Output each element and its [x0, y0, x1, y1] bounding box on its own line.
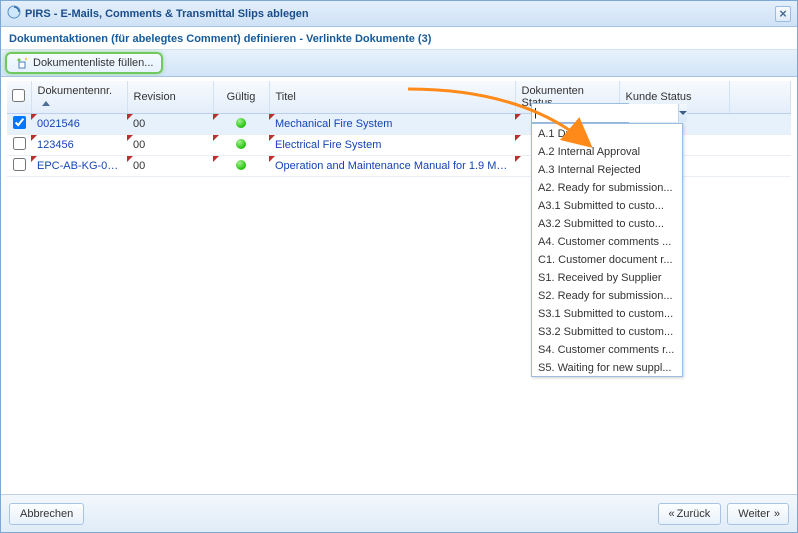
next-button[interactable]: Weiter »	[727, 503, 789, 525]
titlebar: PIRS - E-Mails, Comments & Transmittal S…	[1, 1, 797, 27]
docnr-cell[interactable]: 0021546	[31, 114, 127, 135]
next-label: Weiter	[738, 508, 770, 520]
content-area: Dokumentennr. Revision Gültig Titel Doku…	[1, 77, 797, 494]
dropdown-item[interactable]: S4. Customer comments r...	[532, 340, 682, 358]
header-checkbox-cell	[7, 81, 31, 114]
dropdown-item[interactable]: A4. Customer comments ...	[532, 232, 682, 250]
header-gueltig[interactable]: Gültig	[213, 81, 269, 114]
header-revision[interactable]: Revision	[127, 81, 213, 114]
dropdown-item[interactable]: A3.1 Submitted to custo...	[532, 196, 682, 214]
docnr-cell[interactable]: 123456	[31, 135, 127, 156]
toolbar: Dokumentenliste füllen...	[1, 49, 797, 77]
header-docnr[interactable]: Dokumentennr.	[31, 81, 127, 114]
select-all-checkbox[interactable]	[12, 89, 25, 102]
revision-cell: 00	[127, 135, 213, 156]
dropdown-item[interactable]: S1. Received by Supplier	[532, 268, 682, 286]
wizard-icon	[15, 56, 29, 70]
dropdown-item[interactable]: A3.2 Submitted to custo...	[532, 214, 682, 232]
header-kundestatus-label: Kunde Status	[626, 91, 692, 103]
fill-document-list-button[interactable]: Dokumentenliste füllen...	[5, 52, 163, 74]
row-checkbox[interactable]	[13, 158, 26, 171]
titel-cell[interactable]: Electrical Fire System	[269, 135, 515, 156]
spacer-cell	[729, 114, 791, 135]
row-checkbox[interactable]	[13, 116, 26, 129]
valid-dot-icon	[236, 118, 246, 128]
dropdown-item[interactable]: A2. Ready for submission...	[532, 178, 682, 196]
spacer-cell	[729, 156, 791, 177]
docnr-cell[interactable]: EPC-AB-KG-0006	[31, 156, 127, 177]
chevron-right-icon: »	[774, 508, 778, 520]
dropdown-item[interactable]: A.1 Draft	[532, 124, 682, 142]
dropdown-item[interactable]: S5. Waiting for new suppl...	[532, 358, 682, 376]
header-titel-label: Titel	[276, 91, 296, 103]
close-button[interactable]: ×	[775, 6, 791, 22]
window-title: PIRS - E-Mails, Comments & Transmittal S…	[25, 8, 309, 20]
back-button[interactable]: « Zurück	[658, 503, 722, 525]
spacer-cell	[729, 135, 791, 156]
app-icon	[7, 5, 21, 22]
cancel-label: Abbrechen	[20, 508, 73, 520]
valid-dot-icon	[236, 139, 246, 149]
header-docnr-label: Dokumentennr.	[38, 85, 113, 97]
titel-cell[interactable]: Mechanical Fire System	[269, 114, 515, 135]
valid-dot-icon	[236, 160, 246, 170]
footer: Abbrechen « Zurück Weiter »	[1, 494, 797, 532]
dropdown-arrow-icon[interactable]	[678, 104, 687, 122]
document-status-input[interactable]	[532, 104, 678, 122]
dropdown-item[interactable]: S3.2 Submitted to custom...	[532, 322, 682, 340]
dropdown-item[interactable]: S2. Ready for submission...	[532, 286, 682, 304]
subtitle: Dokumentaktionen (für abelegtes Comment)…	[1, 27, 797, 49]
sort-asc-icon	[42, 101, 50, 106]
header-spacer	[729, 81, 791, 114]
header-gueltig-label: Gültig	[227, 91, 256, 103]
document-status-dropdown: A.1 Draft A.2 Internal Approval A.3 Inte…	[531, 123, 683, 377]
dropdown-item[interactable]: A.2 Internal Approval	[532, 142, 682, 160]
chevron-left-icon: «	[669, 508, 673, 520]
dropdown-item[interactable]: C1. Customer document r...	[532, 250, 682, 268]
row-checkbox[interactable]	[13, 137, 26, 150]
dialog-window: PIRS - E-Mails, Comments & Transmittal S…	[0, 0, 798, 533]
document-status-combobox[interactable]	[531, 103, 629, 123]
gueltig-cell	[213, 135, 269, 156]
dropdown-item[interactable]: S3.1 Submitted to custom...	[532, 304, 682, 322]
header-revision-label: Revision	[134, 91, 176, 103]
titel-cell[interactable]: Operation and Maintenance Manual for 1.9…	[269, 156, 515, 177]
revision-cell: 00	[127, 156, 213, 177]
gueltig-cell	[213, 156, 269, 177]
gueltig-cell	[213, 114, 269, 135]
revision-cell: 00	[127, 114, 213, 135]
header-titel[interactable]: Titel	[269, 81, 515, 114]
back-label: Zurück	[677, 508, 711, 520]
fill-document-list-label: Dokumentenliste füllen...	[33, 57, 153, 69]
dropdown-item[interactable]: A.3 Internal Rejected	[532, 160, 682, 178]
cancel-button[interactable]: Abbrechen	[9, 503, 84, 525]
